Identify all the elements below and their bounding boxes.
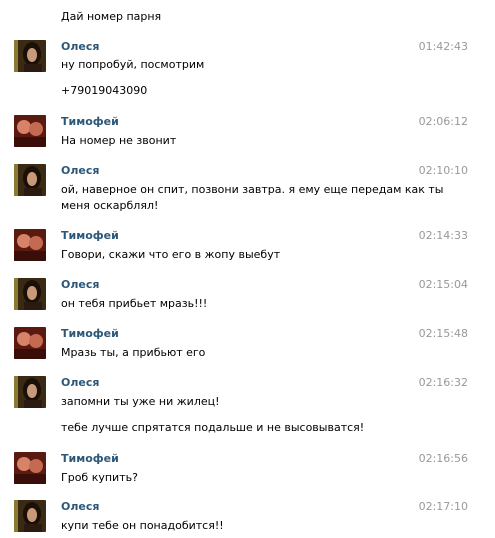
avatar[interactable] (14, 115, 46, 147)
message-text: купи тебе он понадобится!! (61, 519, 224, 532)
timofey-avatar-icon (14, 327, 46, 359)
message-author[interactable]: Тимофей (61, 452, 119, 465)
olesya-avatar-icon (14, 278, 46, 310)
message-time: 02:16:56 (418, 452, 468, 465)
message-time: 02:06:12 (418, 115, 468, 128)
olesya-avatar-icon (14, 40, 46, 72)
avatar[interactable] (14, 452, 46, 484)
message-author[interactable]: Олеся (61, 278, 99, 291)
timofey-avatar-icon (14, 452, 46, 484)
avatar[interactable] (14, 40, 46, 72)
avatar[interactable] (14, 327, 46, 359)
avatar[interactable] (14, 164, 46, 196)
message-text: ой, наверное он спит, позвони завтра. я … (61, 183, 444, 196)
message-author[interactable]: Олеся (61, 500, 99, 513)
message-author[interactable]: Олеся (61, 164, 99, 177)
message-text: Мразь ты, а прибьют его (61, 346, 206, 359)
message-time: 02:16:32 (418, 376, 468, 389)
message-time: 02:14:33 (418, 229, 468, 242)
message-time: 02:15:48 (418, 327, 468, 340)
olesya-avatar-icon (14, 376, 46, 408)
message-time: 02:10:10 (418, 164, 468, 177)
message-text: Говори, скажи что его в жопу выебут (61, 248, 281, 261)
timofey-avatar-icon (14, 229, 46, 261)
message-text: Гроб купить? (61, 471, 138, 484)
message-time: 02:17:10 (418, 500, 468, 513)
message-text: +79019043090 (61, 84, 148, 97)
avatar[interactable] (14, 376, 46, 408)
message-time: 02:15:04 (418, 278, 468, 291)
timofey-avatar-icon (14, 115, 46, 147)
message-text: ну попробуй, посмотрим (61, 58, 205, 71)
message-author[interactable]: Олеся (61, 376, 99, 389)
message-author[interactable]: Тимофей (61, 327, 119, 340)
olesya-avatar-icon (14, 164, 46, 196)
message-author[interactable]: Олеся (61, 40, 99, 53)
olesya-avatar-icon (14, 500, 46, 532)
message-text: На номер не звонит (61, 134, 177, 147)
message-text: он тебя прибьет мразь!!! (61, 297, 208, 310)
message-author[interactable]: Тимофей (61, 115, 119, 128)
message-text: запомни ты уже ни жилец! (61, 395, 220, 408)
chat-history: Дай номер парня Олеся 01:42:43 ну попроб… (0, 0, 495, 538)
message-author[interactable]: Тимофей (61, 229, 119, 242)
avatar[interactable] (14, 278, 46, 310)
message-text: меня оскарблял! (61, 199, 159, 212)
message-time: 01:42:43 (418, 40, 468, 53)
avatar[interactable] (14, 500, 46, 532)
message-text: тебе лучше спрятатся подальше и не высов… (61, 421, 365, 434)
avatar[interactable] (14, 229, 46, 261)
message-text: Дай номер парня (61, 10, 162, 23)
